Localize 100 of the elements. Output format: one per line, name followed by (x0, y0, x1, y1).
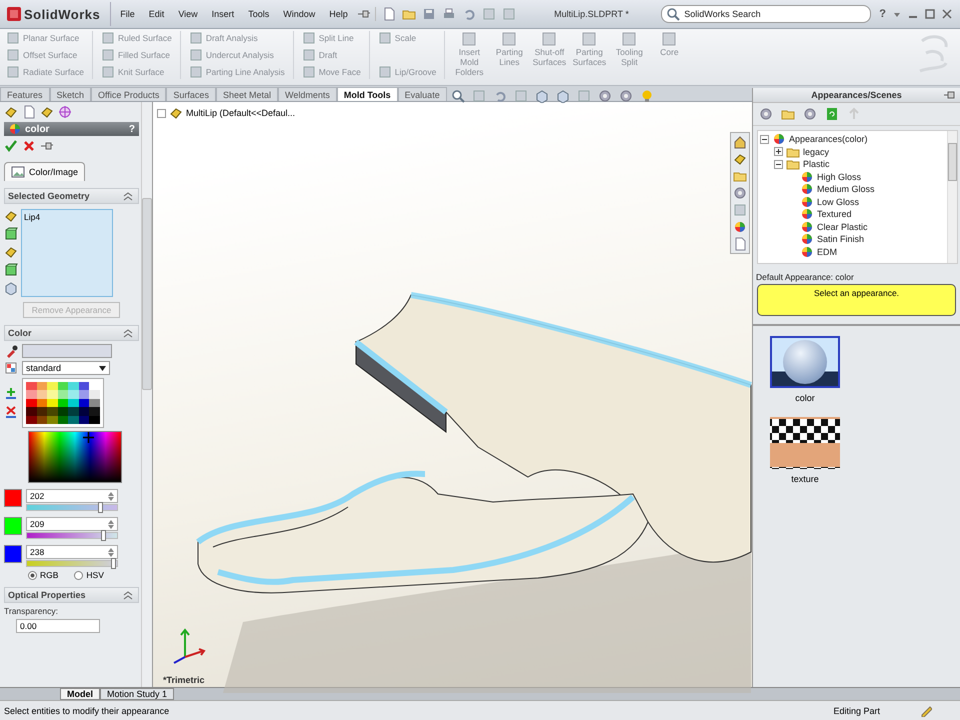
slider-track[interactable] (26, 532, 118, 539)
light-bulb-icon[interactable] (640, 89, 654, 103)
default-appearance-label: Default Appearance: color (755, 271, 855, 282)
menu-item[interactable]: Help (324, 7, 353, 21)
panel-title: Appearances/Scenes (811, 90, 902, 100)
selection-list[interactable]: Lip4 (21, 209, 113, 297)
spinner-icon[interactable] (108, 492, 114, 500)
expand-icon[interactable] (774, 147, 783, 156)
search-icon (666, 7, 680, 21)
image-icon (11, 165, 25, 179)
tree-item[interactable]: Satin Finish (817, 234, 864, 244)
help-button[interactable]: ? (128, 124, 135, 134)
color-ball-icon[interactable] (733, 220, 747, 234)
tree-item[interactable]: Medium Gloss (817, 184, 875, 194)
document-title: MultiLip.SLDPRT * (553, 9, 630, 19)
face-icon[interactable] (4, 263, 18, 277)
delete-color-icon[interactable] (4, 405, 18, 419)
section-header[interactable]: Selected Geometry (4, 188, 139, 204)
panel-title: color (25, 124, 50, 134)
field-label: Transparency: (4, 606, 60, 616)
tree-item[interactable]: High Gloss (817, 172, 862, 182)
refresh-icon[interactable] (825, 107, 839, 121)
slider-track[interactable] (26, 504, 118, 511)
tab[interactable]: Surfaces (166, 87, 216, 101)
tree-item[interactable]: EDM (817, 246, 837, 257)
help-button[interactable]: ? (879, 8, 886, 20)
radio-button[interactable] (74, 570, 84, 580)
menu-item[interactable]: File (115, 7, 140, 21)
tab[interactable]: Sketch (50, 87, 92, 101)
app-name: SolidWorks (24, 6, 100, 22)
feature-tree-item[interactable]: MultiLip (Default<<Defaul... (186, 108, 296, 118)
status-mode: Editing Part (833, 706, 880, 716)
thumbnail-label: color (795, 393, 815, 403)
thumbnail-label: texture (791, 474, 819, 484)
tab[interactable]: Motion Study 1 (100, 688, 174, 700)
cancel-icon[interactable] (22, 139, 36, 153)
save-icon[interactable] (422, 7, 436, 21)
value-field[interactable]: 238 (26, 545, 118, 559)
tab[interactable]: Sheet Metal (216, 87, 278, 101)
scrollbar-thumb[interactable] (948, 143, 957, 181)
tab[interactable]: Mold Tools (336, 87, 398, 101)
slider-thumb[interactable] (98, 502, 104, 513)
slider-track[interactable] (26, 560, 118, 567)
palette-icon[interactable] (4, 361, 18, 375)
tab[interactable]: Features (0, 87, 50, 101)
menu-item[interactable]: Window (278, 7, 320, 21)
tree-item[interactable]: legacy (803, 146, 830, 157)
message-box: Select an appearance. (757, 284, 956, 316)
logo-icon (6, 6, 22, 22)
section-header[interactable]: Color (4, 325, 139, 341)
face-icon[interactable] (4, 227, 18, 241)
transparency-field[interactable]: 0.00 (16, 619, 100, 633)
pushpin-icon[interactable] (944, 91, 956, 99)
menu-item[interactable]: Tools (243, 7, 274, 21)
panel-tab[interactable]: Color/Image (4, 162, 86, 181)
scrollbar-thumb[interactable] (142, 198, 152, 390)
spinner-icon[interactable] (108, 520, 114, 528)
value-field[interactable]: 209 (26, 517, 118, 531)
tree-item[interactable]: Textured (817, 209, 852, 220)
close-icon[interactable] (942, 9, 952, 19)
tree-item[interactable]: Clear Plastic (817, 222, 868, 232)
tree-item[interactable]: Plastic (803, 159, 830, 170)
print-icon[interactable] (442, 7, 456, 21)
value-field[interactable]: 202 (26, 489, 118, 503)
tab[interactable]: Evaluate (398, 87, 447, 101)
part-model-drawing[interactable] (196, 292, 752, 594)
cube-icon[interactable] (4, 281, 18, 295)
pencil-icon (920, 704, 932, 716)
tree-item[interactable]: Low Gloss (817, 196, 860, 207)
radio-label: HSV (86, 570, 104, 580)
tab[interactable]: Weldments (278, 87, 337, 101)
zoom-icon[interactable] (451, 89, 465, 103)
add-color-icon[interactable] (4, 387, 18, 401)
list-item[interactable]: Lip4 (24, 212, 110, 222)
maximize-icon[interactable] (925, 9, 935, 19)
tab[interactable]: Model (60, 688, 100, 700)
color-name-field[interactable] (22, 344, 112, 358)
new-document-icon[interactable] (382, 7, 396, 21)
menu-item[interactable]: Insert (206, 7, 240, 21)
house-icon[interactable] (733, 135, 747, 149)
texture-thumbnail[interactable] (770, 417, 840, 469)
spinner-icon[interactable] (108, 548, 114, 556)
view-orientation-label: *Trimetric (163, 675, 205, 685)
menu-item[interactable]: View (173, 7, 203, 21)
radio-button[interactable] (28, 570, 37, 580)
ok-icon[interactable] (4, 139, 18, 153)
collapse-icon[interactable] (760, 134, 769, 144)
color-spectrum[interactable] (28, 431, 122, 483)
section-header[interactable]: Optical Properties (4, 587, 139, 603)
palette-dropdown[interactable]: standard (22, 361, 110, 375)
search-field[interactable]: SolidWorks Search (661, 5, 872, 23)
tree-item[interactable]: Appearances(color) (789, 134, 868, 144)
color-palette[interactable] (22, 378, 104, 428)
slider-thumb[interactable] (110, 558, 116, 569)
tab[interactable]: Office Products (91, 87, 166, 101)
target-icon[interactable] (58, 105, 72, 119)
collapse-icon[interactable] (774, 160, 783, 169)
slider-thumb[interactable] (100, 530, 106, 541)
menu-item[interactable]: Edit (144, 7, 170, 21)
sphere-thumbnail[interactable] (770, 336, 840, 388)
